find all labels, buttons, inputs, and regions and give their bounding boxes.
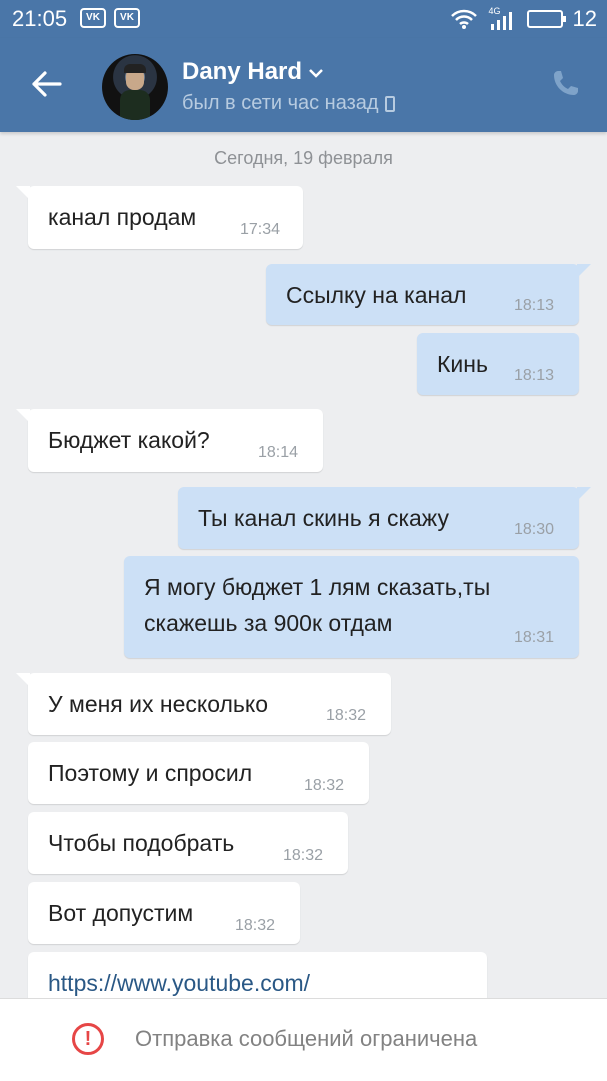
message-incoming[interactable]: Поэтому и спросил 18:32	[28, 742, 369, 804]
message-incoming[interactable]: Вот допустим 18:32	[28, 882, 300, 944]
message-time: 18:32	[235, 917, 276, 934]
message-link[interactable]: https://www.youtube.com/	[48, 966, 310, 1000]
message-outgoing[interactable]: Кинь 18:13	[417, 333, 579, 395]
mobile-device-icon	[384, 95, 395, 112]
message-outgoing[interactable]: Я могу бюджет 1 лям сказать,ты скажешь з…	[124, 556, 579, 658]
message-time: 18:13	[514, 367, 555, 384]
message-time: 18:32	[326, 707, 367, 724]
message-time: 17:34	[240, 221, 281, 238]
vk-notification-icon: VK	[80, 8, 106, 28]
message-outgoing[interactable]: Ты канал скинь я скажу 18:30	[178, 487, 591, 549]
vk-notification-icon: VK	[114, 8, 140, 28]
chat-header: Dany Hard был в сети час назад	[0, 38, 607, 132]
contact-name[interactable]: Dany Hard	[182, 58, 324, 86]
chevron-down-icon	[308, 58, 324, 86]
message-incoming[interactable]: канал продам 17:34	[16, 186, 303, 249]
avatar[interactable]	[102, 54, 168, 120]
contact-name-text: Dany Hard	[182, 58, 303, 85]
message-text: Бюджет какой?	[48, 427, 210, 453]
message-time: 18:32	[304, 777, 345, 794]
message-incoming[interactable]: Бюджет какой? 18:14	[16, 409, 323, 472]
message-time: 18:30	[514, 521, 555, 538]
status-bar: 21:05 VK VK 4G 12	[0, 0, 607, 38]
last-seen-text: был в сети час назад	[182, 92, 379, 114]
wifi-icon	[450, 9, 477, 29]
message-text: Кинь	[437, 351, 488, 377]
restriction-text: Отправка сообщений ограничена	[135, 1026, 478, 1051]
phone-call-icon[interactable]	[551, 68, 581, 98]
message-outgoing[interactable]: Ссылку на канал 18:13	[266, 264, 591, 325]
message-time: 18:13	[514, 297, 555, 314]
battery-icon	[526, 10, 566, 28]
message-text-line: скажешь за 900к отдам	[144, 610, 393, 636]
input-bar-restricted: ! Отправка сообщений ограничена	[0, 998, 607, 1081]
message-text: канал продам	[48, 204, 197, 230]
message-time: 18:14	[258, 444, 299, 461]
last-seen-status: был в сети час назад	[182, 92, 395, 115]
date-separator: Сегодня, 19 февраля	[214, 148, 393, 168]
message-incoming[interactable]: Чтобы подобрать 18:32	[28, 812, 348, 874]
message-text: У меня их несколько	[48, 691, 269, 717]
signal-icon: 4G	[487, 6, 517, 30]
message-text: Вот допустим	[48, 900, 194, 926]
back-arrow-icon[interactable]	[28, 66, 64, 102]
message-text: Чтобы подобрать	[48, 830, 235, 856]
message-text: Ты канал скинь я скажу	[198, 505, 449, 531]
message-text: Ссылку на канал	[286, 282, 467, 308]
message-time: 18:31	[514, 629, 555, 646]
message-text: Поэтому и спросил	[48, 760, 253, 786]
battery-level: 12	[572, 6, 597, 31]
status-time: 21:05	[12, 6, 68, 31]
message-incoming[interactable]: У меня их несколько 18:32	[16, 673, 391, 735]
network-type: 4G	[488, 6, 501, 16]
message-time: 18:32	[283, 847, 324, 864]
message-text-line: Я могу бюджет 1 лям сказать,ты	[144, 574, 491, 600]
warning-icon: !	[72, 1023, 104, 1055]
